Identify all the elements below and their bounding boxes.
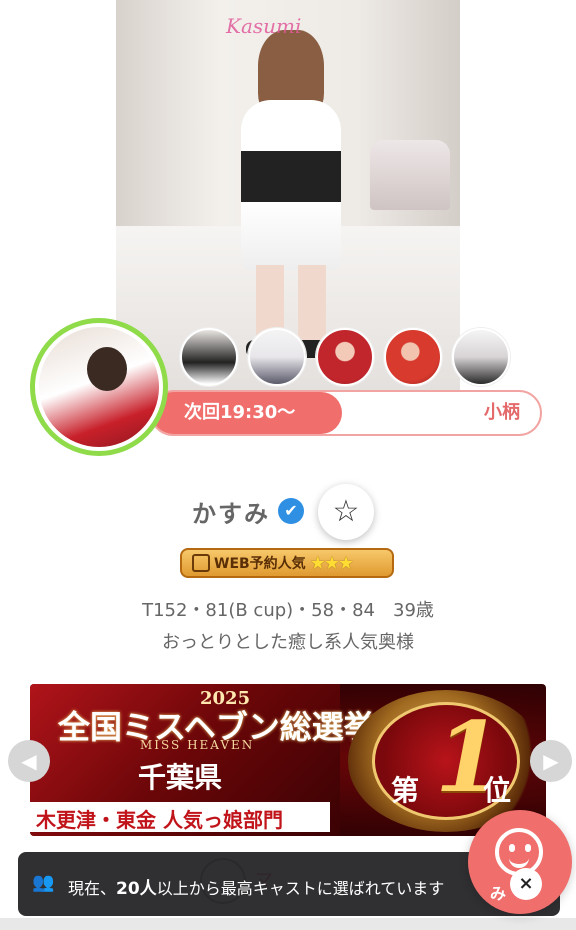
photo-thumbnails [180, 328, 510, 386]
thumbnail-4[interactable] [384, 328, 442, 386]
notice-text: 現在、20人以上から最高キャストに選ばれています [68, 879, 445, 899]
web-reservation-badge: WEB予約人気 ★★★ [180, 548, 394, 578]
avatar-image [39, 327, 159, 447]
people-icon: 👥 [32, 872, 55, 893]
banner-prefecture: 千葉県 [138, 761, 223, 794]
check-badge-icon: ✔ [278, 498, 304, 524]
fab-label: み [490, 884, 507, 903]
close-icon[interactable]: × [510, 868, 542, 900]
photo-figure [236, 30, 346, 360]
thumbnail-5[interactable] [452, 328, 510, 386]
favorite-star-button[interactable]: ☆ [318, 484, 374, 540]
rating-stars: ★★★ [309, 552, 354, 574]
rank-suffix: 位 [483, 774, 512, 807]
banner-region: 木更津・東金 人気っ娘部門 [30, 802, 330, 832]
bottom-bar [0, 918, 576, 930]
next-schedule-bar[interactable]: 次回19:30〜 小柄 [150, 390, 542, 436]
banner-subtitle: MISS HEAVEN [140, 738, 255, 752]
chevron-right-icon[interactable]: ▶ [530, 740, 572, 782]
next-schedule-label: 次回19:30〜 [184, 402, 296, 423]
body-type-label: 小柄 [484, 402, 520, 423]
banner-year: 2025 [200, 688, 251, 709]
photo-signature: Kasumi [226, 14, 302, 38]
thumbnail-3[interactable] [316, 328, 374, 386]
calendar-icon [192, 554, 210, 572]
award-banner[interactable]: 全国ミスヘブン総選挙 2025 MISS HEAVEN 千葉県 木更津・東金 人… [30, 684, 546, 836]
profile-stats: T152・81(B cup)・58・84 39歳 [142, 600, 434, 621]
thumbnail-1[interactable] [180, 328, 238, 386]
star-icon: ☆ [332, 494, 360, 529]
chevron-left-icon[interactable]: ◀ [8, 740, 50, 782]
thumbnail-2[interactable] [248, 328, 306, 386]
web-badge-label: WEB予約人気 [214, 556, 306, 572]
cast-name: かすみ [192, 500, 270, 528]
photo-chair [370, 140, 450, 210]
avatar[interactable] [30, 318, 168, 456]
profile-tagline: おっとりとした癒し系人気奥様 [162, 632, 414, 653]
rank-prefix: 第 [391, 774, 420, 807]
